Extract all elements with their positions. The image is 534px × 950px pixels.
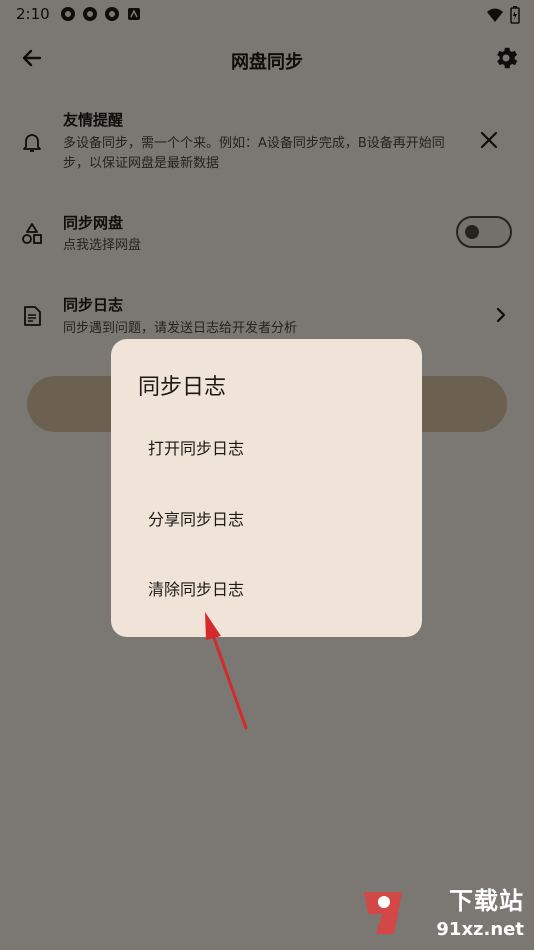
open-sync-log-option[interactable]: 打开同步日志 bbox=[148, 435, 244, 459]
watermark-top-text: 下载站 bbox=[449, 887, 524, 915]
sync-log-dialog: 同步日志 打开同步日志 分享同步日志 清除同步日志 bbox=[111, 339, 422, 637]
clear-sync-log-option[interactable]: 清除同步日志 bbox=[148, 576, 244, 600]
share-sync-log-option[interactable]: 分享同步日志 bbox=[148, 506, 244, 530]
watermark-logo-icon bbox=[354, 884, 412, 942]
watermark: 下载站 91xz.net bbox=[360, 884, 530, 944]
watermark-bottom-text: 91xz.net bbox=[436, 919, 524, 940]
dialog-title: 同步日志 bbox=[138, 375, 227, 400]
